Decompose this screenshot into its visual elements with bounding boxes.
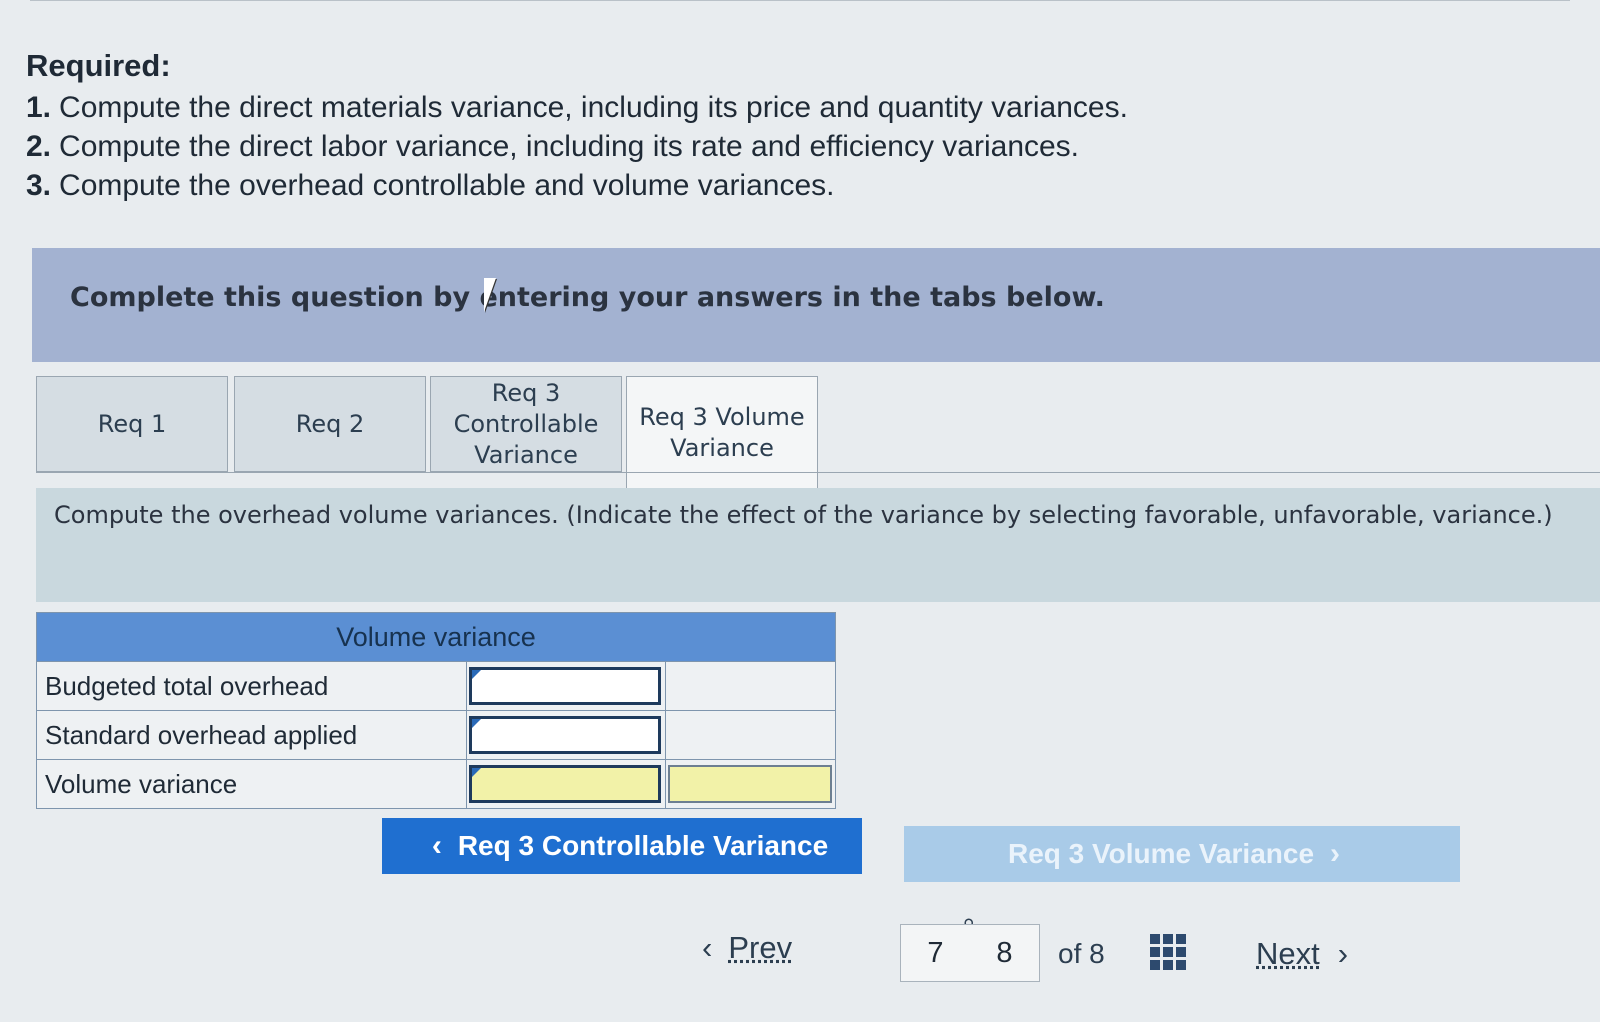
tab-underline [36,472,1600,473]
mouse-cursor-icon [484,278,496,312]
tab-req-2[interactable]: Req 2 [234,376,426,472]
next-req-label: Req 3 Volume Variance [1007,838,1315,869]
table-row: Budgeted total overhead [36,661,837,711]
budgeted-total-overhead-effect[interactable] [668,667,832,705]
row-label: Standard overhead applied [36,710,467,760]
volume-variance-effect-select[interactable] [667,765,832,803]
prev-page-link[interactable]: ‹ Prev [702,930,792,966]
standard-overhead-applied-input[interactable] [469,716,661,754]
chevron-right-icon: › [1330,837,1341,870]
tab-req-3-controllable[interactable]: Req 3 Controllable Variance [430,376,622,472]
required-item: 3. Compute the overhead controllable and … [26,169,835,202]
prev-req-label: Req 3 Controllable Variance [457,830,829,861]
chevron-left-icon: ‹ [431,829,442,862]
tab-bar: Req 1 Req 2 Req 3 Controllable Variance … [36,376,1600,488]
tab-req-1[interactable]: Req 1 [36,376,228,472]
pagination-footer: ‹Prev ☍ 7 8 of 8 Next› [0,900,1600,1022]
next-req-button: Req 3 Volume Variance › [904,826,1460,882]
instruction-text: Complete this question by entering your … [70,282,1105,313]
required-section: Required: 1. Compute the direct materials… [26,48,1128,205]
prev-req-button[interactable]: ‹ Req 3 Controllable Variance [382,818,862,874]
required-item: 2. Compute the direct labor variance, inc… [26,130,1080,163]
table-row: Standard overhead applied [36,710,837,760]
prompt-text: Compute the overhead volume variances. (… [54,501,1553,529]
required-title: Required: [26,48,171,83]
table-row: Volume variance [36,759,837,809]
table-header: Volume variance [36,612,836,662]
next-page-link[interactable]: Next › [1256,936,1348,972]
page-selector[interactable]: 7 8 [900,924,1040,982]
row-label: Volume variance [36,759,467,809]
budgeted-total-overhead-input[interactable] [469,667,661,705]
row-label: Budgeted total overhead [36,661,467,711]
top-divider [30,0,1570,1]
instruction-banner: Complete this question by entering your … [32,248,1600,362]
volume-variance-input[interactable] [469,765,661,803]
chevron-right-icon: › [1337,936,1349,971]
chevron-left-icon: ‹ [702,930,713,965]
volume-variance-table: Volume variance Budgeted total overhead … [36,612,837,809]
required-list: 1. Compute the direct materials variance,… [26,88,1128,205]
page-number[interactable]: 7 [927,937,943,970]
standard-overhead-applied-effect [668,716,832,754]
prompt-banner: Compute the overhead volume variances. (… [36,488,1600,602]
page-total: of 8 [1058,938,1105,969]
grid-icon[interactable] [1150,934,1186,970]
required-item: 1. Compute the direct materials variance,… [26,91,1128,124]
page-number[interactable]: 8 [996,937,1012,970]
